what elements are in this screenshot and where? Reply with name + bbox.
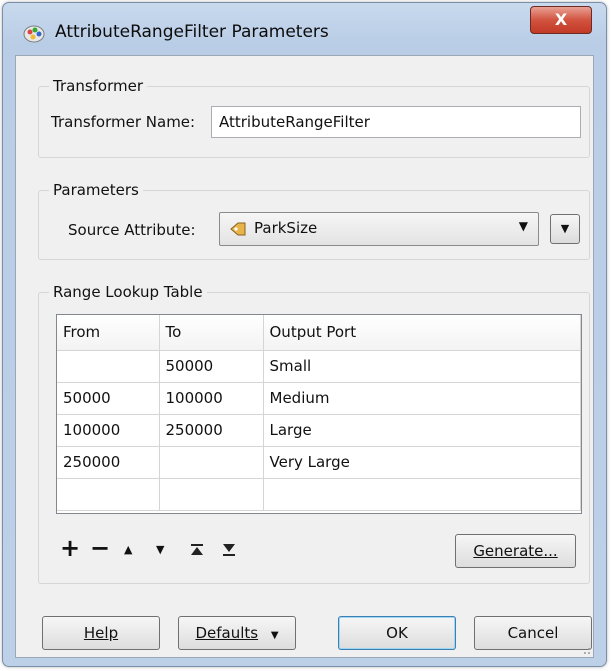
chevron-down-icon: ▼ <box>560 222 570 235</box>
source-attribute-value: ParkSize <box>254 219 318 237</box>
ok-button[interactable]: OK <box>338 616 456 650</box>
dialog-window: AttributeRangeFilter Parameters X Transf… <box>2 2 607 667</box>
table-cell-output-port[interactable]: Large <box>263 414 581 447</box>
chevron-down-icon: ▼ <box>518 219 528 233</box>
cancel-button[interactable]: Cancel <box>474 616 592 650</box>
source-attribute-label: Source Attribute: <box>68 221 196 239</box>
help-button-label: Help <box>83 624 119 642</box>
generate-button[interactable]: Generate... <box>455 534 576 568</box>
table-cell-from[interactable] <box>57 478 160 511</box>
table-cell-output-port[interactable]: Very Large <box>263 446 581 479</box>
window-title: AttributeRangeFilter Parameters <box>55 22 329 42</box>
generate-button-label: Generate... <box>473 542 558 560</box>
range-table: From To Output Port 50000 Small 50000 10… <box>57 315 581 511</box>
table-row[interactable] <box>57 478 581 511</box>
transformer-name-label: Transformer Name: <box>51 113 196 131</box>
resize-grip-icon[interactable] <box>581 645 591 655</box>
column-header-from[interactable]: From <box>57 315 160 351</box>
attribute-icon <box>230 222 246 236</box>
move-up-icon[interactable]: ▲ <box>124 543 132 556</box>
dialog-client-area: Transformer Transformer Name: Parameters… <box>15 55 594 658</box>
table-row[interactable]: 50000 100000 Medium <box>57 382 581 415</box>
column-header-to[interactable]: To <box>159 315 264 351</box>
transformer-group-legend: Transformer <box>49 77 148 95</box>
remove-row-icon[interactable]: − <box>90 534 110 562</box>
help-button[interactable]: Help <box>42 616 160 650</box>
table-cell-from[interactable]: 100000 <box>57 414 160 447</box>
transformer-name-input[interactable] <box>211 106 581 138</box>
ok-button-label: OK <box>386 624 408 642</box>
move-down-icon[interactable]: ▼ <box>156 543 164 556</box>
table-cell-output-port[interactable]: Small <box>263 350 581 383</box>
table-cell-to[interactable] <box>159 446 264 479</box>
source-attribute-dropdown[interactable]: ParkSize ▼ <box>219 212 539 246</box>
table-cell-output-port[interactable]: Medium <box>263 382 581 415</box>
parameters-group-legend: Parameters <box>49 181 143 199</box>
column-header-output-port[interactable]: Output Port <box>263 315 581 351</box>
table-cell-to[interactable] <box>159 478 264 511</box>
table-cell-to[interactable]: 50000 <box>159 350 264 383</box>
move-to-top-icon[interactable] <box>190 544 204 556</box>
table-cell-to[interactable]: 250000 <box>159 414 264 447</box>
transformer-group: Transformer Transformer Name: <box>38 77 590 158</box>
defaults-button[interactable]: Defaults ▼ <box>178 616 296 650</box>
table-cell-from[interactable]: 50000 <box>57 382 160 415</box>
title-bar[interactable]: AttributeRangeFilter Parameters X <box>3 3 606 55</box>
parameters-group: Parameters Source Attribute: ParkSize ▼ … <box>38 181 590 260</box>
chevron-down-icon: ▼ <box>270 630 279 641</box>
close-icon: X <box>554 10 568 29</box>
table-header-row: From To Output Port <box>57 315 581 351</box>
cancel-button-label: Cancel <box>507 624 559 642</box>
table-cell-from[interactable] <box>57 350 160 383</box>
defaults-button-label: Defaults <box>195 624 259 642</box>
range-lookup-group-legend: Range Lookup Table <box>49 283 207 301</box>
table-cell-from[interactable]: 250000 <box>57 446 160 479</box>
add-row-icon[interactable]: + <box>60 534 80 562</box>
table-cell-to[interactable]: 100000 <box>159 382 264 415</box>
move-to-bottom-icon[interactable] <box>222 544 236 556</box>
table-cell-output-port[interactable] <box>263 478 581 511</box>
workbench-icon <box>23 25 45 43</box>
table-row[interactable]: 250000 Very Large <box>57 446 581 479</box>
range-lookup-table[interactable]: From To Output Port 50000 Small 50000 10… <box>56 314 582 514</box>
attribute-menu-button[interactable]: ▼ <box>550 214 580 244</box>
table-row[interactable]: 50000 Small <box>57 350 581 383</box>
close-button[interactable]: X <box>530 6 592 34</box>
table-row[interactable]: 100000 250000 Large <box>57 414 581 447</box>
